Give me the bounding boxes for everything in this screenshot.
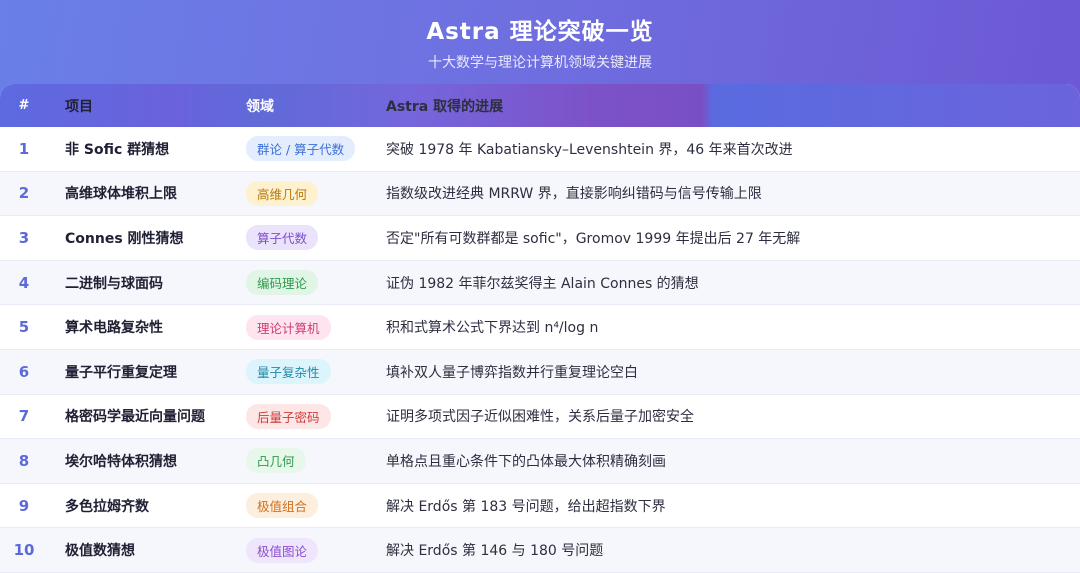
row-number: 9 (18, 496, 30, 515)
column-header-field: 领域 (246, 98, 274, 115)
column-header-project: 项目 (65, 98, 93, 115)
field-cell: 量子复杂性 (246, 359, 386, 385)
field-badge: 极值图论 (246, 537, 319, 563)
table-row: 2 高维球体堆积上限 高维几何 指数级改进经典 MRRW 界，直接影响纠错码与信号传输… (0, 171, 1080, 217)
row-number: 6 (18, 362, 30, 381)
progress-text: 证伪 1982 年菲尔兹奖得主 Alain Connes 的猜想 (386, 275, 699, 292)
column-header-progress: Astra 取得的进展 (386, 98, 504, 115)
progress-text: 否定"所有可数群都是 sofic"，Gromov 1999 年提出后 27 年无… (386, 230, 801, 247)
field-cell: 高维几何 (246, 180, 386, 206)
field-badge: 高维几何 (246, 180, 319, 206)
progress-text: 证明多项式因子近似困难性，关系后量子加密安全 (386, 409, 694, 426)
row-number: 3 (18, 228, 30, 247)
field-cell: 编码理论 (246, 270, 386, 296)
table-row: 9 多色拉姆齐数 极值组合 解决 Erdős 第 183 号问题，给出超指数下界 (0, 483, 1080, 529)
progress-text: 解决 Erdős 第 183 号问题，给出超指数下界 (386, 498, 666, 515)
field-badge: 凸几何 (246, 448, 306, 474)
project-name: 极值数猜想 (65, 543, 135, 560)
project-name: 二进制与球面码 (65, 275, 163, 292)
field-badge: 量子复杂性 (246, 359, 331, 385)
field-cell: 群论 / 算子代数 (246, 136, 386, 162)
project-name: 非 Sofic 群猜想 (65, 141, 170, 158)
row-number: 7 (18, 407, 30, 426)
field-cell: 极值图论 (246, 537, 386, 563)
progress-text: 积和式算术公式下界达到 n⁴/log n (386, 320, 599, 337)
field-badge: 群论 / 算子代数 (246, 136, 356, 162)
field-cell: 理论计算机 (246, 314, 386, 340)
table-body: 1 非 Sofic 群猜想 群论 / 算子代数 突破 1978 年 Kabatians… (0, 127, 1080, 573)
project-name: 埃尔哈特体积猜想 (65, 453, 177, 470)
table-row: 7 格密码学最近向量问题 后量子密码 证明多项式因子近似困难性，关系后量子加密安全 (0, 394, 1080, 440)
row-number: 10 (13, 541, 35, 560)
project-name: 多色拉姆齐数 (65, 498, 149, 515)
table-row: 4 二进制与球面码 编码理论 证伪 1982 年菲尔兹奖得主 Alain Connes… (0, 260, 1080, 306)
progress-text: 解决 Erdős 第 146 与 180 号问题 (386, 543, 604, 560)
field-cell: 凸几何 (246, 448, 386, 474)
row-number: 5 (18, 318, 30, 337)
row-number: 1 (18, 139, 30, 158)
field-badge: 极值组合 (246, 493, 319, 519)
field-cell: 极值组合 (246, 493, 386, 519)
table-row: 6 量子平行重复定理 量子复杂性 填补双人量子博弈指数并行重复理论空白 (0, 349, 1080, 395)
page-header: Astra 理论突破一览 十大数学与理论计算机领域关键进展 (0, 0, 1080, 84)
field-cell: 后量子密码 (246, 403, 386, 429)
row-number: 4 (18, 273, 30, 292)
row-number: 8 (18, 451, 30, 470)
table-row: 10 极值数猜想 极值图论 解决 Erdős 第 146 与 180 号问题 (0, 528, 1080, 573)
field-badge: 后量子密码 (246, 403, 331, 429)
progress-text: 突破 1978 年 Kabatiansky–Levenshtein 界，46 年… (386, 141, 793, 158)
column-header-number: # (18, 98, 30, 113)
project-name: 算术电路复杂性 (65, 320, 163, 337)
project-name: 高维球体堆积上限 (65, 186, 177, 203)
breakthrough-table: # 项目 领域 Astra 取得的进展 1 非 Sofic 群猜想 群论 / 算子代… (0, 84, 1080, 573)
page-title: Astra 理论突破一览 (426, 19, 654, 45)
table-header: # 项目 领域 Astra 取得的进展 (0, 84, 1080, 127)
row-number: 2 (18, 184, 30, 203)
table-row: 3 Connes 刚性猜想 算子代数 否定"所有可数群都是 sofic"，Gromov… (0, 216, 1080, 261)
progress-text: 填补双人量子博弈指数并行重复理论空白 (386, 364, 638, 381)
table-row: 5 算术电路复杂性 理论计算机 积和式算术公式下界达到 n⁴/log n (0, 305, 1080, 350)
field-badge: 编码理论 (246, 270, 319, 296)
project-name: 格密码学最近向量问题 (65, 409, 205, 426)
progress-text: 指数级改进经典 MRRW 界，直接影响纠错码与信号传输上限 (386, 186, 762, 203)
field-cell: 算子代数 (246, 225, 386, 251)
field-badge: 理论计算机 (246, 314, 331, 340)
project-name: Connes 刚性猜想 (65, 230, 184, 247)
table-row: 8 埃尔哈特体积猜想 凸几何 单格点且重心条件下的凸体最大体积精确刻画 (0, 439, 1080, 484)
table-row: 1 非 Sofic 群猜想 群论 / 算子代数 突破 1978 年 Kabatians… (0, 127, 1080, 172)
project-name: 量子平行重复定理 (65, 364, 177, 381)
page-subtitle: 十大数学与理论计算机领域关键进展 (428, 55, 652, 71)
field-badge: 算子代数 (246, 225, 319, 251)
progress-text: 单格点且重心条件下的凸体最大体积精确刻画 (386, 453, 666, 470)
